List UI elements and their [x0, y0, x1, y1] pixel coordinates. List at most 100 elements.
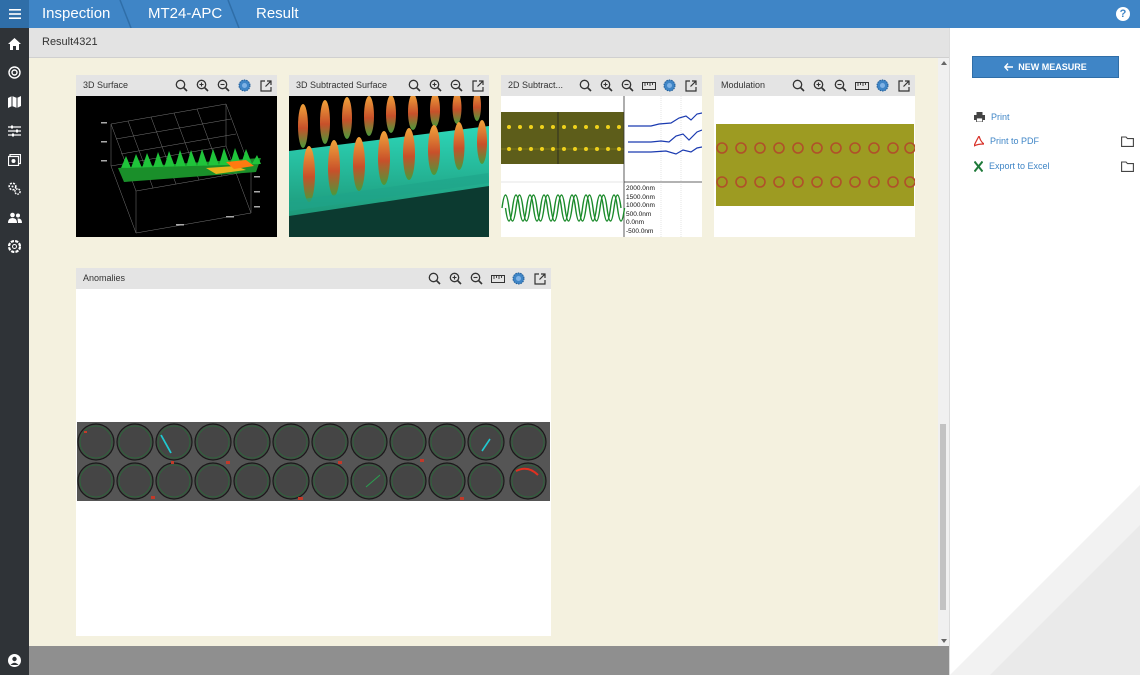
- zoom-reset-button[interactable]: [427, 271, 442, 286]
- nav-map[interactable]: [7, 94, 22, 109]
- export-to-excel-action[interactable]: Export to Excel: [974, 159, 1050, 173]
- folder-icon[interactable]: [1121, 136, 1134, 147]
- zoom-in-button[interactable]: [195, 78, 210, 93]
- modulation-map: [716, 124, 915, 206]
- scroll-down-arrow[interactable]: [941, 639, 947, 643]
- expand-button[interactable]: [470, 78, 485, 93]
- ruler-button[interactable]: [641, 78, 656, 93]
- expand-icon: [471, 79, 484, 92]
- zoom-out-button[interactable]: [216, 78, 231, 93]
- zoom-reset-button[interactable]: [407, 78, 422, 93]
- scale-label: 2000.0nm: [626, 185, 655, 192]
- zoom-out-button[interactable]: [469, 271, 484, 286]
- breadcrumb-separator: [227, 0, 240, 28]
- print-to-pdf-action[interactable]: Print to PDF: [974, 134, 1039, 148]
- nav-sliders[interactable]: [7, 123, 22, 138]
- subtracted-2d-view[interactable]: 2000.0nm 1500.0nm 1000.0nm 500.0nm 0.0nm…: [501, 96, 702, 237]
- zoom-reset-icon: [408, 79, 421, 92]
- color-palette-button[interactable]: [511, 271, 526, 286]
- color-palette-button[interactable]: [237, 78, 252, 93]
- color-palette-button[interactable]: [875, 78, 890, 93]
- zoom-reset-icon: [175, 79, 188, 92]
- panel-3d-surface: 3D Surface: [76, 75, 277, 237]
- help-button[interactable]: ?: [1116, 7, 1130, 21]
- nav-users[interactable]: [7, 210, 22, 225]
- zoom-out-icon: [834, 79, 847, 92]
- nav-account[interactable]: [7, 653, 22, 668]
- menu-button[interactable]: [0, 0, 29, 28]
- nav-settings[interactable]: [7, 181, 22, 196]
- nav-target[interactable]: [7, 65, 22, 80]
- zoom-out-icon: [217, 79, 230, 92]
- panel-anomalies: Anomalies: [76, 268, 551, 636]
- zoom-in-button[interactable]: [448, 271, 463, 286]
- ruler-icon: [854, 81, 869, 90]
- panel-title: Anomalies: [83, 273, 126, 283]
- nav-support[interactable]: [7, 239, 22, 254]
- scale-label: 1000.0nm: [626, 202, 655, 210]
- color-palette-button[interactable]: [662, 78, 677, 93]
- expand-button[interactable]: [258, 78, 273, 93]
- zoom-out-button[interactable]: [620, 78, 635, 93]
- globe-palette-icon: [238, 79, 251, 92]
- panel-header: Modulation: [714, 75, 915, 96]
- scroll-up-arrow[interactable]: [941, 61, 947, 65]
- folder-icon[interactable]: [1121, 161, 1134, 172]
- print-label: Print: [991, 112, 1010, 122]
- bottom-status-bar: [29, 646, 949, 675]
- print-action[interactable]: Print: [974, 110, 1010, 124]
- zoom-reset-button[interactable]: [174, 78, 189, 93]
- ruler-icon: [641, 81, 656, 90]
- breadcrumb-separator: [119, 0, 132, 28]
- expand-icon: [259, 79, 272, 92]
- zoom-reset-icon: [428, 272, 441, 285]
- globe-palette-icon: [512, 272, 525, 285]
- zoom-in-button[interactable]: [428, 78, 443, 93]
- globe-palette-icon: [663, 79, 676, 92]
- target-icon: [8, 66, 21, 79]
- zoom-out-button[interactable]: [833, 78, 848, 93]
- modulation-view[interactable]: [714, 96, 915, 237]
- zoom-in-button[interactable]: [812, 78, 827, 93]
- users-icon: [7, 212, 22, 223]
- ruler-button[interactable]: [490, 271, 505, 286]
- scale-label: 1500.0nm: [626, 193, 655, 201]
- actions-sidebar: NEW MEASURE Print Print to PDF Export to…: [949, 28, 1140, 675]
- nav-gallery[interactable]: [7, 152, 22, 167]
- content-scrollbar[interactable]: [938, 58, 949, 646]
- surface-3d-view[interactable]: [76, 96, 277, 237]
- anomalies-map: [77, 422, 550, 501]
- zoom-out-button[interactable]: [449, 78, 464, 93]
- expand-button[interactable]: [532, 271, 547, 286]
- result-title: Result4321: [42, 36, 98, 48]
- home-icon: [8, 37, 21, 50]
- zoom-reset-button[interactable]: [578, 78, 593, 93]
- anomalies-view[interactable]: [76, 289, 551, 636]
- subtracted-3d-view[interactable]: [289, 96, 489, 237]
- gears-icon: [8, 182, 21, 195]
- subtracted-3d-plot: [289, 96, 489, 237]
- zoom-in-button[interactable]: [599, 78, 614, 93]
- top-bar: Inspection MT24-APC Result ?: [0, 0, 1140, 28]
- zoom-reset-button[interactable]: [791, 78, 806, 93]
- breadcrumb-mt24-apc[interactable]: MT24-APC: [148, 0, 222, 28]
- sliders-icon: [8, 125, 21, 136]
- arrow-left-icon: [1004, 63, 1014, 71]
- map-icon: [8, 95, 21, 108]
- pdf-icon: [974, 135, 984, 147]
- expand-button[interactable]: [683, 78, 698, 93]
- expand-button[interactable]: [896, 78, 911, 93]
- panel-toolbar: [174, 78, 273, 93]
- expand-icon: [533, 272, 546, 285]
- breadcrumb-result[interactable]: Result: [256, 0, 299, 28]
- surface-3d-plot: [101, 103, 261, 234]
- nav-home[interactable]: [7, 36, 22, 51]
- expand-icon: [684, 79, 697, 92]
- ruler-button[interactable]: [854, 78, 869, 93]
- scroll-thumb[interactable]: [940, 424, 946, 610]
- new-measure-button[interactable]: NEW MEASURE: [972, 56, 1119, 78]
- scale-labels: 2000.0nm 1500.0nm 1000.0nm 500.0nm 0.0nm…: [626, 185, 655, 237]
- printer-icon: [974, 112, 985, 122]
- export-to-excel-label: Export to Excel: [989, 161, 1050, 171]
- breadcrumb-inspection[interactable]: Inspection: [42, 0, 110, 28]
